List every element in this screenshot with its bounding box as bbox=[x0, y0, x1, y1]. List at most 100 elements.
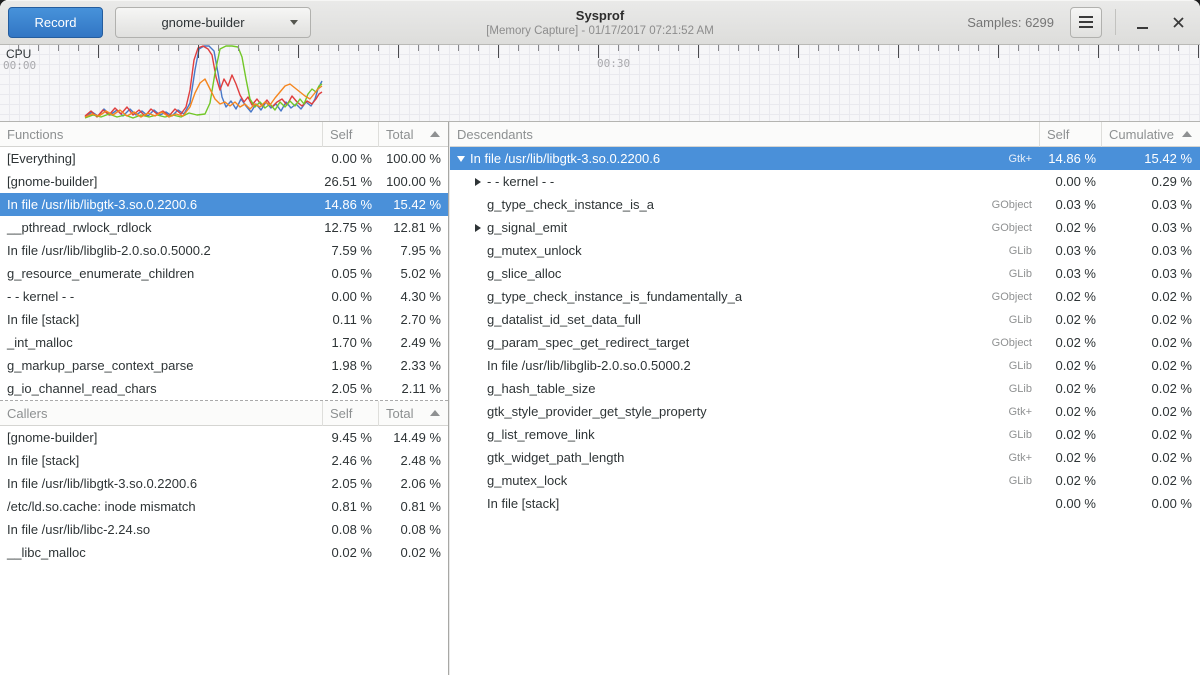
descendant-row[interactable]: gtk_style_provider_get_style_property Gt… bbox=[450, 400, 1200, 423]
function-name: In file /usr/lib/libglib-2.0.so.0.5000.2 bbox=[0, 243, 323, 258]
cumulative-percent: 15.42 % bbox=[1102, 151, 1200, 166]
window-title: Sysprof bbox=[576, 8, 624, 24]
descendant-row[interactable]: g_param_spec_get_redirect_target GObject… bbox=[450, 331, 1200, 354]
column-header-total-label: Total bbox=[386, 127, 413, 142]
expander-icon[interactable] bbox=[474, 313, 487, 327]
function-row[interactable]: In file /usr/lib/libgtk-3.so.0.2200.6 14… bbox=[0, 193, 448, 216]
time-label-mid: 00:30 bbox=[597, 57, 630, 70]
function-row[interactable]: g_resource_enumerate_children 0.05 % 5.0… bbox=[0, 262, 448, 285]
descendant-row[interactable]: gtk_widget_path_length Gtk+ 0.02 % 0.02 … bbox=[450, 446, 1200, 469]
column-header-self[interactable]: Self bbox=[323, 401, 379, 426]
menu-button[interactable] bbox=[1070, 7, 1102, 38]
expander-icon[interactable] bbox=[474, 359, 487, 373]
self-percent: 0.02 % bbox=[323, 545, 379, 560]
column-header-descendants[interactable]: Descendants bbox=[450, 122, 1040, 147]
function-row[interactable]: [Everything] 0.00 % 100.00 % bbox=[0, 147, 448, 170]
caller-row[interactable]: In file /usr/lib/libc-2.24.so 0.08 % 0.0… bbox=[0, 518, 448, 541]
timeline-tick bbox=[398, 45, 399, 58]
descendant-row[interactable]: g_list_remove_link GLib 0.02 % 0.02 % bbox=[450, 423, 1200, 446]
self-percent: 0.05 % bbox=[323, 266, 379, 281]
column-header-total[interactable]: Total bbox=[379, 401, 448, 426]
record-button[interactable]: Record bbox=[8, 7, 103, 38]
cpu-graph[interactable]: CPU 00:00 00:30 bbox=[0, 45, 1200, 122]
caller-row[interactable]: [gnome-builder] 9.45 % 14.49 % bbox=[0, 426, 448, 449]
expander-icon[interactable] bbox=[474, 428, 487, 442]
total-percent: 0.02 % bbox=[379, 545, 448, 560]
timeline-tick bbox=[538, 45, 539, 51]
descendant-name: - - kernel - - bbox=[487, 174, 554, 189]
column-header-total[interactable]: Total bbox=[379, 122, 448, 147]
descendant-row[interactable]: In file [stack] 0.00 % 0.00 % bbox=[450, 492, 1200, 515]
expander-icon[interactable] bbox=[474, 497, 487, 511]
minimize-button[interactable] bbox=[1128, 7, 1156, 38]
expander-icon[interactable] bbox=[474, 244, 487, 258]
descendant-name-cell: g_slice_alloc GLib bbox=[450, 266, 1040, 281]
function-row[interactable]: __pthread_rwlock_rdlock 12.75 % 12.81 % bbox=[0, 216, 448, 239]
library-tag: Gtk+ bbox=[1008, 406, 1040, 418]
column-header-self[interactable]: Self bbox=[1040, 122, 1102, 147]
expander-icon[interactable] bbox=[474, 198, 487, 212]
timeline-tick bbox=[498, 45, 499, 58]
descendant-row[interactable]: g_type_check_instance_is_a GObject 0.03 … bbox=[450, 193, 1200, 216]
expander-icon[interactable] bbox=[474, 405, 487, 419]
descendant-name-cell: gtk_widget_path_length Gtk+ bbox=[450, 450, 1040, 465]
descendant-row[interactable]: In file /usr/lib/libglib-2.0.so.0.5000.2… bbox=[450, 354, 1200, 377]
expander-icon[interactable] bbox=[474, 451, 487, 465]
function-row[interactable]: _int_malloc 1.70 % 2.49 % bbox=[0, 331, 448, 354]
sort-arrow-icon bbox=[430, 131, 440, 137]
library-tag: Gtk+ bbox=[1008, 452, 1040, 464]
descendant-row[interactable]: g_type_check_instance_is_fundamentally_a… bbox=[450, 285, 1200, 308]
descendant-row[interactable]: g_datalist_id_set_data_full GLib 0.02 % … bbox=[450, 308, 1200, 331]
self-percent: 0.03 % bbox=[1040, 243, 1102, 258]
function-name: [Everything] bbox=[0, 151, 323, 166]
descendant-name: gtk_style_provider_get_style_property bbox=[487, 404, 707, 419]
expander-icon[interactable] bbox=[474, 382, 487, 396]
timeline-tick bbox=[978, 45, 979, 51]
column-header-self[interactable]: Self bbox=[323, 122, 379, 147]
expander-icon[interactable] bbox=[457, 152, 470, 166]
timeline-tick bbox=[638, 45, 639, 51]
descendant-name: In file [stack] bbox=[487, 496, 559, 511]
expander-icon[interactable] bbox=[474, 290, 487, 304]
function-row[interactable]: In file [stack] 0.11 % 2.70 % bbox=[0, 308, 448, 331]
function-row[interactable]: g_io_channel_read_chars 2.05 % 2.11 % bbox=[0, 377, 448, 400]
expander-icon[interactable] bbox=[474, 474, 487, 488]
time-label-start: 00:00 bbox=[3, 59, 36, 72]
self-percent: 12.75 % bbox=[323, 220, 379, 235]
descendant-row[interactable]: g_signal_emit GObject 0.02 % 0.03 % bbox=[450, 216, 1200, 239]
descendant-row[interactable]: - - kernel - - 0.00 % 0.29 % bbox=[450, 170, 1200, 193]
column-header-callers[interactable]: Callers bbox=[0, 401, 323, 426]
function-row[interactable]: g_markup_parse_context_parse 1.98 % 2.33… bbox=[0, 354, 448, 377]
descendant-row[interactable]: g_hash_table_size GLib 0.02 % 0.02 % bbox=[450, 377, 1200, 400]
total-percent: 2.48 % bbox=[379, 453, 448, 468]
cumulative-percent: 0.02 % bbox=[1102, 358, 1200, 373]
descendant-row[interactable]: g_mutex_unlock GLib 0.03 % 0.03 % bbox=[450, 239, 1200, 262]
function-row[interactable]: In file /usr/lib/libglib-2.0.so.0.5000.2… bbox=[0, 239, 448, 262]
titlebar-separator bbox=[1115, 9, 1116, 35]
sort-arrow-icon bbox=[1182, 131, 1192, 137]
library-tag: GLib bbox=[1009, 429, 1040, 441]
descendant-row[interactable]: g_mutex_lock GLib 0.02 % 0.02 % bbox=[450, 469, 1200, 492]
descendant-row[interactable]: In file /usr/lib/libgtk-3.so.0.2200.6 Gt… bbox=[450, 147, 1200, 170]
expander-icon[interactable] bbox=[474, 267, 487, 281]
caller-row[interactable]: In file /usr/lib/libgtk-3.so.0.2200.6 2.… bbox=[0, 472, 448, 495]
expander-icon[interactable] bbox=[474, 336, 487, 350]
column-header-functions[interactable]: Functions bbox=[0, 122, 323, 147]
caller-row[interactable]: __libc_malloc 0.02 % 0.02 % bbox=[0, 541, 448, 564]
callers-header: Callers Self Total bbox=[0, 401, 448, 426]
caller-name: In file /usr/lib/libc-2.24.so bbox=[0, 522, 323, 537]
caller-row[interactable]: In file [stack] 2.46 % 2.48 % bbox=[0, 449, 448, 472]
function-row[interactable]: - - kernel - - 0.00 % 4.30 % bbox=[0, 285, 448, 308]
close-button[interactable] bbox=[1164, 7, 1192, 38]
caller-row[interactable]: /etc/ld.so.cache: inode mismatch 0.81 % … bbox=[0, 495, 448, 518]
descendant-name-cell: g_list_remove_link GLib bbox=[450, 427, 1040, 442]
column-header-cumulative[interactable]: Cumulative bbox=[1102, 122, 1200, 147]
headerbar: Record gnome-builder Sysprof [Memory Cap… bbox=[0, 0, 1200, 45]
expander-icon[interactable] bbox=[474, 221, 487, 235]
timeline-tick bbox=[918, 45, 919, 51]
process-selector-dropdown[interactable]: gnome-builder bbox=[115, 7, 311, 38]
expander-icon[interactable] bbox=[474, 175, 487, 189]
function-row[interactable]: [gnome-builder] 26.51 % 100.00 % bbox=[0, 170, 448, 193]
descendant-row[interactable]: g_slice_alloc GLib 0.03 % 0.03 % bbox=[450, 262, 1200, 285]
timeline-tick bbox=[658, 45, 659, 51]
